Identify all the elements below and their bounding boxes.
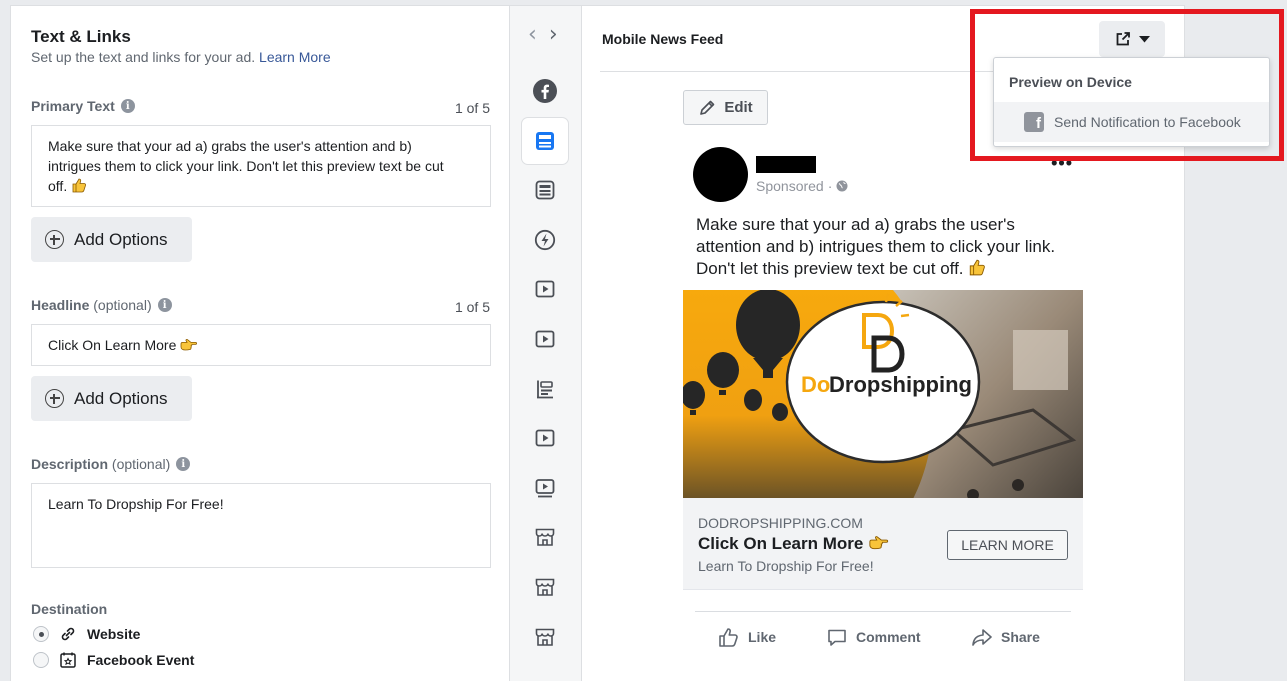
add-options-button[interactable]: Add Options xyxy=(31,217,192,262)
feed-icon[interactable] xyxy=(522,117,568,164)
instant-articles-icon[interactable] xyxy=(522,217,568,263)
headline-counter: 1 of 5 xyxy=(454,299,490,315)
pencil-icon xyxy=(700,100,715,115)
shop-icon[interactable] xyxy=(522,614,568,660)
placement-icon-list xyxy=(522,68,570,663)
destination-website-option[interactable]: Website xyxy=(33,625,140,643)
section-title: Text & Links xyxy=(31,27,131,46)
post-primary-text: Make sure that your ad a) grabs the user… xyxy=(696,215,1056,278)
comment-button[interactable]: Comment xyxy=(826,626,971,648)
highlight-box xyxy=(970,9,1284,161)
headline-label: Headline (optional) i xyxy=(31,297,172,313)
plus-circle-icon xyxy=(45,389,64,408)
sponsored-label: Sponsored · xyxy=(756,178,848,194)
brand-logo-text: Do xyxy=(801,372,830,397)
link-headline: Click On Learn More xyxy=(698,534,890,554)
primary-text-counter: 1 of 5 xyxy=(454,100,490,116)
share-icon xyxy=(972,629,992,646)
primary-text-input[interactable]: Make sure that your ad a) grabs the user… xyxy=(31,125,491,207)
in-stream-video-icon[interactable] xyxy=(522,316,568,362)
link-cta-bar[interactable]: DODROPSHIPPING.COM Click On Learn More L… xyxy=(683,498,1083,590)
destination-event-option[interactable]: Facebook Event xyxy=(33,651,194,669)
radio-button[interactable] xyxy=(33,652,49,668)
section-subtitle: Set up the text and links for your ad. L… xyxy=(31,49,331,65)
info-icon[interactable]: i xyxy=(120,99,135,113)
placement-strip: ‹ › xyxy=(510,5,582,681)
calendar-star-icon xyxy=(60,652,76,668)
like-icon xyxy=(719,628,738,647)
link-domain: DODROPSHIPPING.COM xyxy=(698,515,863,531)
learn-more-link[interactable]: Learn More xyxy=(259,49,331,65)
info-icon[interactable]: i xyxy=(176,457,191,471)
thumbs-up-emoji-icon xyxy=(970,259,986,276)
marketplace-icon[interactable] xyxy=(522,167,568,213)
plus-circle-icon xyxy=(45,230,64,249)
ad-image[interactable]: Do Dropshipping xyxy=(683,290,1083,499)
page-name-redacted[interactable] xyxy=(756,156,816,173)
avatar[interactable] xyxy=(693,147,748,202)
reaction-bar: Like Comment Share xyxy=(718,626,1040,648)
description-label: Description (optional) i xyxy=(31,456,191,472)
thumbs-up-emoji-icon xyxy=(72,178,87,193)
info-icon[interactable]: i xyxy=(157,298,172,312)
placement-arrows: ‹ › xyxy=(528,24,558,46)
story-video-icon[interactable] xyxy=(522,415,568,461)
chevron-left-icon[interactable]: ‹ xyxy=(528,24,537,46)
destination-label: Destination xyxy=(31,601,108,617)
pointing-hand-emoji-icon xyxy=(180,338,198,351)
radio-button[interactable] xyxy=(33,626,49,642)
divider xyxy=(695,611,1071,612)
headline-input[interactable]: Click On Learn More xyxy=(31,324,491,366)
edit-button[interactable]: Edit xyxy=(683,90,768,125)
description-input[interactable]: Learn To Dropship For Free! xyxy=(31,483,491,568)
svg-text:Dropshipping: Dropshipping xyxy=(829,372,972,397)
search-results-icon[interactable] xyxy=(522,366,568,412)
share-button[interactable]: Share xyxy=(971,626,1040,648)
like-button[interactable]: Like xyxy=(718,626,826,648)
learn-more-cta-button[interactable]: LEARN MORE xyxy=(947,530,1068,560)
add-options-button[interactable]: Add Options xyxy=(31,376,192,421)
chevron-right-icon[interactable]: › xyxy=(549,24,558,46)
facebook-icon[interactable] xyxy=(522,68,568,114)
comment-icon xyxy=(828,629,846,646)
video-icon[interactable] xyxy=(522,465,568,511)
globe-icon xyxy=(836,180,848,192)
placement-title: Mobile News Feed xyxy=(602,31,724,47)
pointing-hand-emoji-icon xyxy=(869,536,889,550)
link-icon xyxy=(61,627,75,641)
primary-text-label: Primary Text i xyxy=(31,98,135,114)
text-links-panel: Text & Links Set up the text and links f… xyxy=(10,5,510,681)
shop-icon[interactable] xyxy=(522,514,568,560)
shop-icon[interactable] xyxy=(522,564,568,610)
link-description: Learn To Dropship For Free! xyxy=(698,558,874,574)
video-feed-icon[interactable] xyxy=(522,266,568,312)
